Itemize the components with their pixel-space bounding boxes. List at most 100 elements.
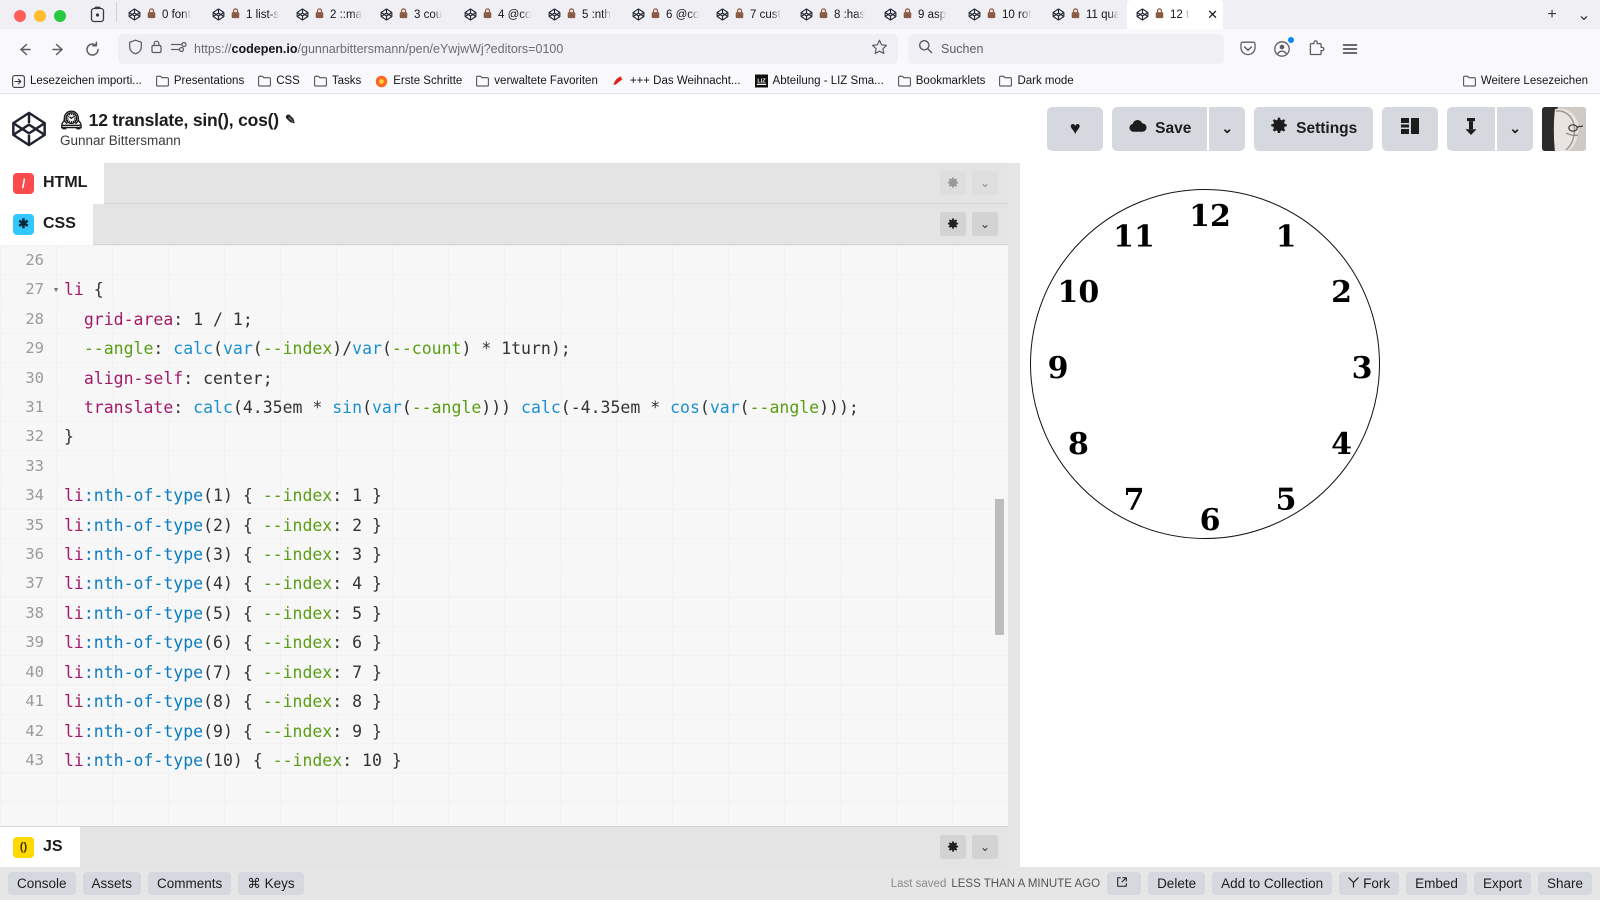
code-line[interactable]: 40 li:nth-of-type(7) { --index: 7 } bbox=[0, 658, 1008, 687]
change-view-button[interactable] bbox=[1382, 106, 1439, 151]
minimize-window-button[interactable] bbox=[34, 10, 46, 22]
close-tab-icon[interactable]: ✕ bbox=[1207, 7, 1218, 23]
footer-button-add-to-collection[interactable]: Add to Collection bbox=[1212, 872, 1333, 895]
bookmark-item[interactable]: +++ Das Weihnacht... bbox=[606, 73, 747, 90]
footer-button[interactable]: Comments bbox=[148, 872, 232, 895]
code-line[interactable]: 27 ▾ li { bbox=[0, 275, 1008, 304]
browser-tab[interactable]: 8 :has bbox=[791, 0, 875, 29]
tab-list-dropdown-icon[interactable]: ⌄ bbox=[1568, 0, 1600, 29]
settings-button[interactable]: Settings bbox=[1254, 106, 1374, 151]
save-to-pocket-icon[interactable] bbox=[1232, 34, 1264, 64]
js-settings-gear-icon[interactable] bbox=[940, 835, 966, 859]
close-window-button[interactable] bbox=[14, 10, 26, 22]
bookmark-star-icon[interactable] bbox=[871, 39, 888, 60]
css-collapse-chevron-icon[interactable]: ⌄ bbox=[972, 212, 998, 236]
page-title[interactable]: 🕰 12 translate, sin(), cos() ✎ bbox=[60, 110, 296, 131]
love-button[interactable]: ♥ bbox=[1047, 106, 1104, 151]
code-line[interactable]: 39 li:nth-of-type(6) { --index: 6 } bbox=[0, 628, 1008, 657]
bookmark-item[interactable]: LIZ Abteilung - LIZ Sma... bbox=[749, 73, 890, 90]
save-dropdown-button[interactable]: ⌄ bbox=[1209, 106, 1246, 151]
footer-button[interactable]: Console bbox=[8, 872, 76, 895]
bookmark-item[interactable]: Presentations bbox=[150, 73, 250, 90]
browser-tab[interactable]: 7 cust bbox=[707, 0, 791, 29]
code-line[interactable]: 29 --angle: calc(var(--index)/var(--coun… bbox=[0, 334, 1008, 363]
code-line[interactable]: 35 li:nth-of-type(2) { --index: 2 } bbox=[0, 511, 1008, 540]
css-code-editor[interactable]: 26 27 ▾ li {28 grid-area: 1 / 1; 29 --angle… bbox=[0, 245, 1008, 826]
application-menu-icon[interactable] bbox=[1334, 34, 1366, 64]
footer-button-export[interactable]: Export bbox=[1473, 872, 1531, 895]
tab-js[interactable]: () JS bbox=[0, 826, 80, 868]
browser-tab[interactable]: 5 :nth bbox=[539, 0, 623, 29]
tab-html[interactable]: / HTML bbox=[0, 162, 105, 204]
forward-button[interactable] bbox=[42, 34, 74, 64]
edit-pencil-icon[interactable]: ✎ bbox=[285, 112, 296, 128]
code-line[interactable]: 36 li:nth-of-type(3) { --index: 3 } bbox=[0, 540, 1008, 569]
code-line[interactable]: 34 li:nth-of-type(1) { --index: 1 } bbox=[0, 481, 1008, 510]
footer-button-share[interactable]: Share bbox=[1537, 872, 1592, 895]
browser-tab[interactable]: 10 rot bbox=[959, 0, 1043, 29]
bookmark-item[interactable]: Dark mode bbox=[993, 73, 1079, 90]
code-line[interactable]: 28 grid-area: 1 / 1; bbox=[0, 305, 1008, 334]
bookmark-item[interactable]: CSS bbox=[252, 73, 306, 90]
code-line[interactable]: 32} bbox=[0, 422, 1008, 451]
footer-button-delete[interactable]: Delete bbox=[1148, 872, 1206, 895]
footer-button-embed[interactable]: Embed bbox=[1406, 872, 1467, 895]
code-line[interactable]: 43 li:nth-of-type(10) { --index: 10 } bbox=[0, 746, 1008, 775]
extensions-icon[interactable] bbox=[1300, 34, 1332, 64]
shield-icon[interactable] bbox=[128, 39, 143, 60]
avatar[interactable] bbox=[1542, 106, 1586, 151]
editor-scrollbar[interactable] bbox=[995, 499, 1004, 635]
browser-tab[interactable]: 6 @co bbox=[623, 0, 707, 29]
html-collapse-chevron-icon[interactable]: ⌄ bbox=[972, 171, 998, 195]
code-line[interactable]: 41 li:nth-of-type(8) { --index: 8 } bbox=[0, 687, 1008, 716]
bookmark-item[interactable]: Bookmarklets bbox=[892, 73, 992, 90]
browser-tab[interactable]: 4 @co bbox=[455, 0, 539, 29]
code-line[interactable]: 38 li:nth-of-type(5) { --index: 5 } bbox=[0, 599, 1008, 628]
code-line[interactable]: 37 li:nth-of-type(4) { --index: 4 } bbox=[0, 569, 1008, 598]
browser-tab[interactable]: 11 qua bbox=[1043, 0, 1127, 29]
footer-button[interactable]: Assets bbox=[82, 872, 142, 895]
code-line[interactable]: 42 li:nth-of-type(9) { --index: 9 } bbox=[0, 717, 1008, 746]
pen-author[interactable]: Gunnar Bittersmann bbox=[60, 133, 296, 148]
footer-button-open-preview[interactable] bbox=[1107, 872, 1142, 895]
preview-pane[interactable]: 1 2 3 4 5 6 7 8 9 10 11 12 bbox=[1008, 163, 1600, 867]
code-line[interactable]: 33 bbox=[0, 452, 1008, 481]
bookmark-item[interactable]: verwaltete Favoriten bbox=[470, 73, 604, 90]
bookmark-item[interactable]: Tasks bbox=[308, 73, 367, 90]
new-tab-button[interactable]: + bbox=[1536, 0, 1568, 29]
bookmarks-more-button[interactable]: Weitere Lesezeichen bbox=[1457, 73, 1594, 90]
pin-button[interactable] bbox=[1447, 106, 1496, 151]
code-line[interactable]: 26 bbox=[0, 246, 1008, 275]
js-collapse-chevron-icon[interactable]: ⌄ bbox=[972, 835, 998, 859]
account-icon[interactable] bbox=[1266, 34, 1298, 64]
browser-tab[interactable]: 2 ::ma bbox=[287, 0, 371, 29]
pin-dropdown-button[interactable]: ⌄ bbox=[1497, 106, 1533, 151]
browser-tab[interactable]: 3 cou bbox=[371, 0, 455, 29]
bookmark-item[interactable]: Erste Schritte bbox=[369, 73, 468, 90]
bookmark-item[interactable]: Lesezeichen importi... bbox=[6, 73, 148, 90]
code-line[interactable]: 30 align-self: center; bbox=[0, 364, 1008, 393]
pen-title-text[interactable]: 12 translate, sin(), cos() bbox=[89, 110, 279, 131]
reload-button[interactable] bbox=[76, 34, 108, 64]
list-all-tabs-icon[interactable] bbox=[80, 6, 114, 29]
lock-icon[interactable] bbox=[150, 39, 163, 60]
code-line[interactable]: 31 translate: calc(4.35em * sin(var(--an… bbox=[0, 393, 1008, 422]
address-bar[interactable]: https://codepen.io/gunnarbittersmann/pen… bbox=[118, 34, 898, 64]
browser-tab-active[interactable]: 12 t ✕ bbox=[1127, 0, 1223, 29]
footer-button-fork[interactable]: Fork bbox=[1339, 872, 1400, 895]
html-settings-gear-icon[interactable] bbox=[940, 171, 966, 195]
search-input-placeholder[interactable]: Suchen bbox=[941, 42, 983, 56]
permissions-icon[interactable] bbox=[170, 40, 187, 59]
code-fold-toggle[interactable]: ▾ bbox=[50, 275, 62, 304]
tab-css[interactable]: ✱ CSS bbox=[0, 203, 93, 245]
browser-tab[interactable]: 0 font bbox=[119, 0, 203, 29]
codepen-logo-icon[interactable] bbox=[10, 110, 48, 148]
css-settings-gear-icon[interactable] bbox=[940, 212, 966, 236]
url-text[interactable]: https://codepen.io/gunnarbittersmann/pen… bbox=[194, 42, 563, 56]
search-bar[interactable]: Suchen bbox=[908, 34, 1224, 64]
maximize-window-button[interactable] bbox=[54, 10, 66, 22]
window-controls[interactable] bbox=[8, 10, 80, 29]
footer-button[interactable]: ⌘ Keys bbox=[238, 872, 304, 895]
back-button[interactable] bbox=[8, 34, 40, 64]
browser-tab[interactable]: 1 list-s bbox=[203, 0, 287, 29]
